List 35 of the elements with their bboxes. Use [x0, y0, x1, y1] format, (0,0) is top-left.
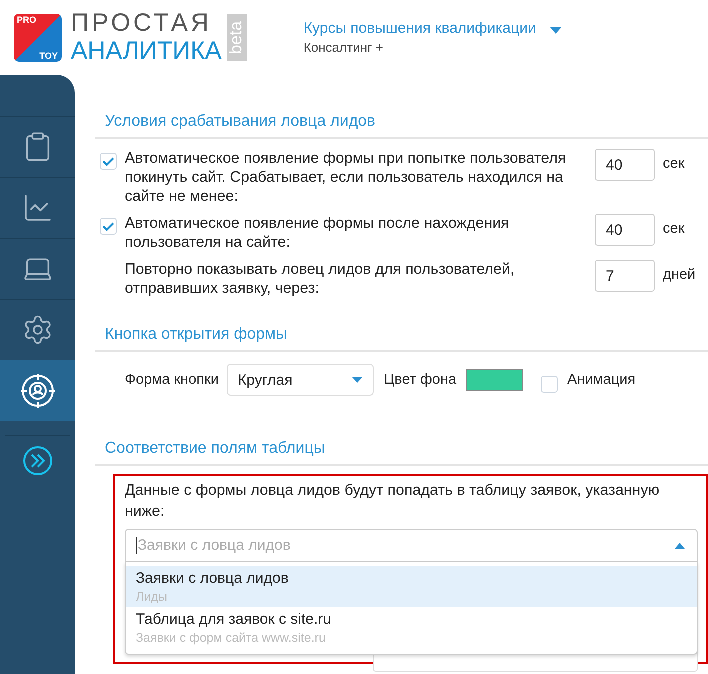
dropdown-option[interactable]: Заявки с ловца лидов Лиды: [126, 566, 697, 607]
checkbox[interactable]: [100, 218, 117, 235]
sidebar-item[interactable]: [0, 360, 75, 421]
logo-pro-text: PRO: [17, 14, 37, 24]
caret-icon[interactable]: [550, 27, 562, 34]
caret-icon: [352, 377, 363, 383]
description-text: Данные с формы ловца лидов будут попадать в таблицу заявок, указанную ниже:: [125, 481, 661, 522]
number-input[interactable]: 40: [595, 214, 655, 246]
option-text: Автоматическое появление формы при попытке пользователя покинуть сайт. Срабатывает, если пользователь находился на сайте не менее:: [125, 149, 568, 206]
shape-select[interactable]: Круглая: [226, 364, 374, 396]
target-user-icon: [20, 372, 56, 408]
unit-label: сек: [663, 156, 685, 172]
project-title[interactable]: Курсы повышения квалификации: [304, 20, 536, 37]
project-subtitle: Консалтинг +: [304, 40, 384, 55]
logo-toy-text: TOY: [40, 50, 58, 60]
field-label: Цвет фона: [384, 372, 457, 388]
checkbox[interactable]: [100, 153, 117, 170]
section-title: Условия срабатывания ловца лидов: [95, 113, 708, 139]
unit-label: дней: [663, 267, 696, 283]
expand-icon[interactable]: [22, 446, 52, 476]
number-input[interactable]: 40: [595, 149, 655, 181]
caret-icon: [675, 542, 685, 548]
section-title: Соответствие полям таблицы: [95, 440, 708, 466]
checkbox-label: Анимация: [568, 372, 636, 388]
logo-subtitle: АНАЛИТИКА: [71, 39, 222, 64]
number-input[interactable]: 7: [595, 260, 655, 292]
dropdown-option[interactable]: Таблица для заявок с site.ru Заявки с форм сайта www.site.ru: [126, 607, 697, 648]
option-text: Автоматическое появление формы после нахождения пользователя на сайте:: [125, 214, 510, 252]
section-title: Кнопка открытия формы: [95, 326, 708, 352]
checkbox[interactable]: [540, 376, 558, 392]
color-swatch[interactable]: [466, 369, 523, 391]
field-label: Форма кнопки: [125, 372, 219, 388]
logo-title: ПРОСТАЯ: [71, 11, 213, 36]
unit-label: сек: [663, 221, 685, 237]
option-text: Повторно показывать ловец лидов для пользователей, отправивших заявку, через:: [125, 260, 516, 298]
